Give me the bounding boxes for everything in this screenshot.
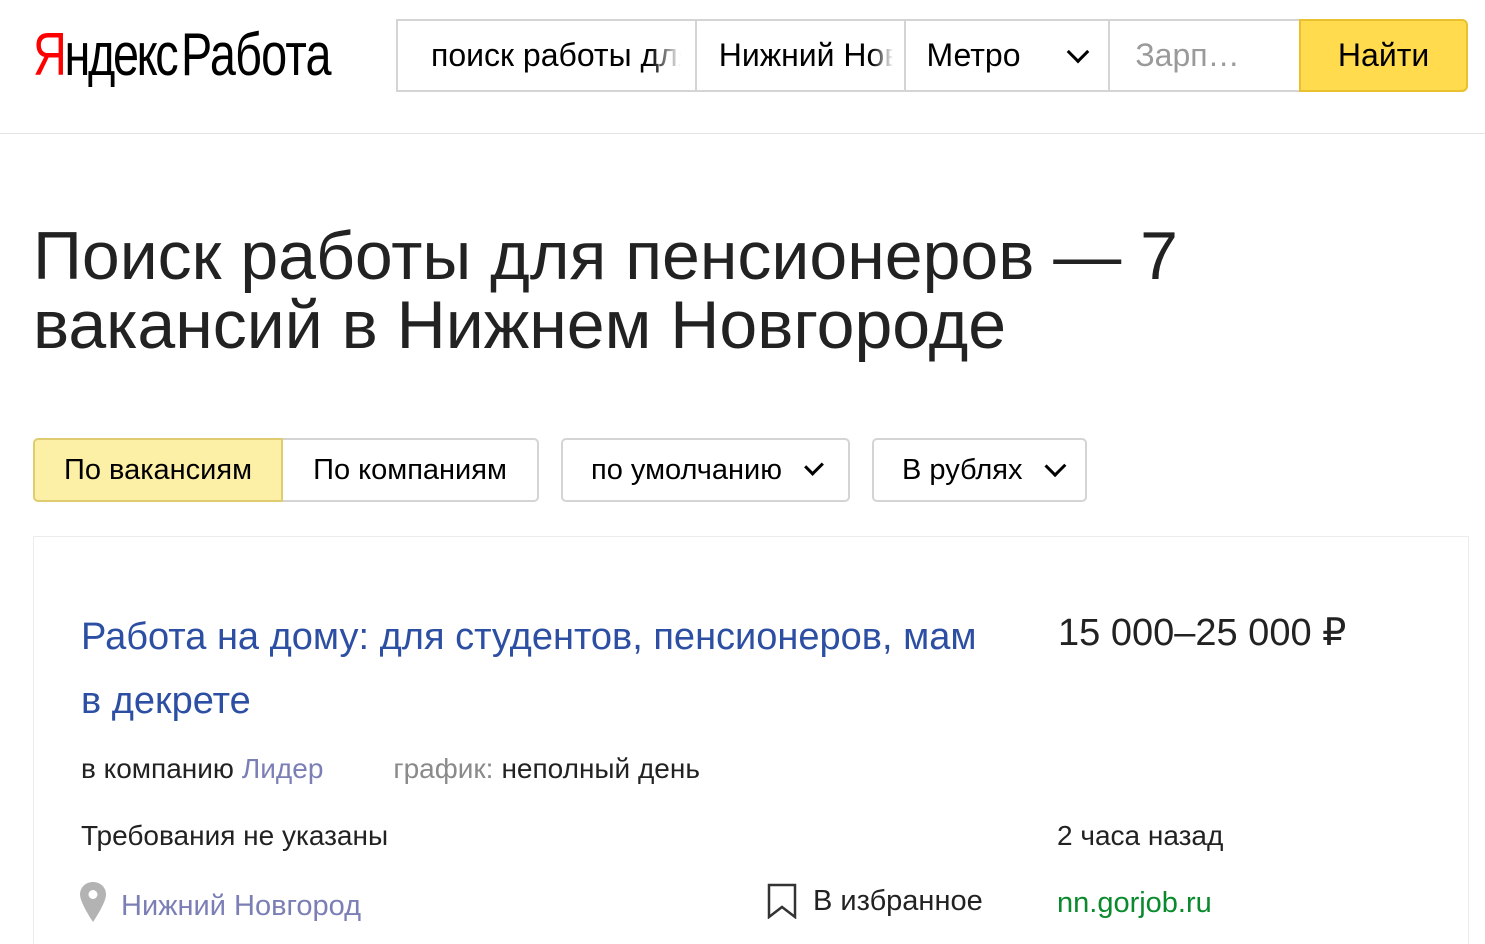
view-toggle: По вакансиям По компаниям	[33, 438, 539, 502]
chevron-down-icon	[804, 456, 824, 476]
view-by-vacancies-button[interactable]: По вакансиям	[33, 438, 283, 502]
vacancy-location[interactable]: Нижний Новгород	[79, 880, 361, 923]
find-button[interactable]: Найти	[1299, 19, 1468, 92]
logo-service-name: Работа	[180, 21, 332, 88]
vacancy-location-link: Нижний Новгород	[121, 890, 362, 922]
logo-brand-first-letter: Я	[33, 21, 67, 88]
search-query-input[interactable]: поиск работы для пенсионеров	[396, 19, 695, 92]
header: Яндекс Работа поиск работы для пенсионер…	[0, 0, 1485, 134]
vacancy-requirements: Требования не указаны	[81, 820, 389, 851]
bookmark-icon	[767, 883, 797, 919]
search-query-value: поиск работы для пенсионеров	[431, 37, 681, 73]
salary-input[interactable]: Зарп…	[1108, 19, 1300, 92]
search-form: поиск работы для пенсионеров Нижний Новг…	[396, 19, 1468, 92]
vacancy-card: Работа на дому: для студентов, пенсионер…	[33, 536, 1469, 944]
sort-dropdown[interactable]: по умолчанию	[561, 438, 850, 502]
vacancy-title-link[interactable]: Работа на дому: для студентов, пенсионер…	[81, 605, 1001, 733]
company-link[interactable]: Лидер	[242, 751, 324, 787]
map-pin-icon	[80, 881, 106, 922]
vacancy-source-link[interactable]: nn.gorjob.ru	[1057, 887, 1212, 920]
search-city-input[interactable]: Нижний Новгород	[694, 19, 904, 92]
vacancy-meta: в компанию Лидер график: неполный день	[81, 751, 700, 787]
yandex-rabota-logo[interactable]: Яндекс Работа	[33, 22, 373, 88]
chevron-down-icon	[1067, 40, 1090, 63]
metro-select-label: Метро	[926, 37, 1021, 73]
schedule-value: неполный день	[501, 753, 700, 784]
view-by-companies-button[interactable]: По компаниям	[283, 438, 539, 502]
sort-dropdown-label: по умолчанию	[591, 453, 782, 486]
currency-dropdown-label: В рублях	[902, 453, 1023, 486]
schedule-label: график:	[393, 753, 494, 784]
search-city-value: Нижний Новгород	[718, 37, 893, 73]
metro-select[interactable]: Метро	[903, 19, 1109, 92]
salary-placeholder: Зарп…	[1135, 37, 1240, 73]
company-prefix: в компанию	[81, 753, 234, 784]
vacancy-posted-time: 2 часа назад	[1057, 820, 1224, 851]
add-to-favorites-label: В избранное	[813, 884, 983, 917]
chevron-down-icon	[1044, 455, 1067, 477]
logo-brand-rest: ндекс	[64, 21, 178, 88]
filters-bar: По вакансиям По компаниям по умолчанию В…	[33, 438, 1087, 502]
add-to-favorites-button[interactable]: В избранное	[767, 883, 983, 919]
logo-brand: Яндекс	[33, 21, 179, 88]
currency-dropdown[interactable]: В рублях	[872, 438, 1087, 502]
vacancy-salary: 15 000–25 000 ₽	[1058, 612, 1347, 654]
page-title: Поиск работы для пенсионеров — 7 ваканси…	[33, 218, 1178, 363]
